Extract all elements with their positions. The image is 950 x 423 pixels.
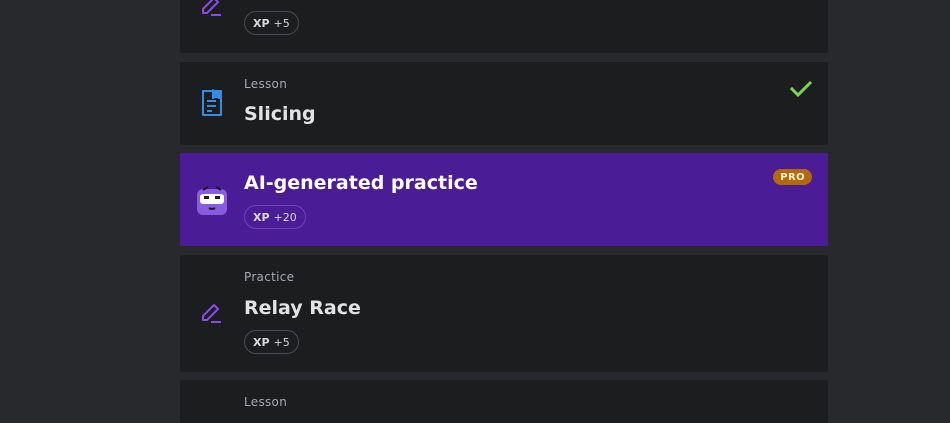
pencil-edit-icon	[194, 0, 230, 24]
item-type-label: Lesson	[244, 395, 288, 409]
xp-label: XP	[253, 335, 270, 349]
practice-item-card[interactable]: Practice Relay Race XP +5	[180, 255, 828, 372]
xp-value: +20	[273, 210, 297, 224]
xp-reward-pill: XP +5	[244, 330, 299, 354]
xp-reward-pill: XP +20	[244, 205, 306, 229]
xp-label: XP	[253, 210, 270, 224]
lesson-item-card[interactable]: Lesson	[180, 380, 828, 423]
item-title: Relay Race	[244, 297, 361, 319]
xp-value: +5	[273, 16, 290, 30]
check-icon	[789, 80, 813, 102]
item-type-label: Lesson	[244, 77, 288, 91]
xp-label: XP	[253, 16, 270, 30]
course-item-list: XP +5 Lesson Slicing AI-generated practi…	[180, 0, 828, 423]
item-title: Slicing	[244, 103, 316, 125]
robot-mascot-icon	[194, 182, 230, 218]
pencil-edit-icon	[194, 295, 230, 331]
item-title: AI-generated practice	[244, 172, 478, 194]
ai-practice-item-card[interactable]: AI-generated practice XP +20 PRO	[180, 153, 828, 246]
xp-reward-pill: XP +5	[244, 11, 299, 35]
lesson-item-card[interactable]: Lesson Slicing	[180, 62, 828, 145]
item-type-label: Practice	[244, 270, 295, 284]
xp-value: +5	[273, 335, 290, 349]
pro-badge: PRO	[773, 169, 812, 185]
practice-item-card[interactable]: XP +5	[180, 0, 828, 53]
document-icon	[194, 85, 230, 121]
